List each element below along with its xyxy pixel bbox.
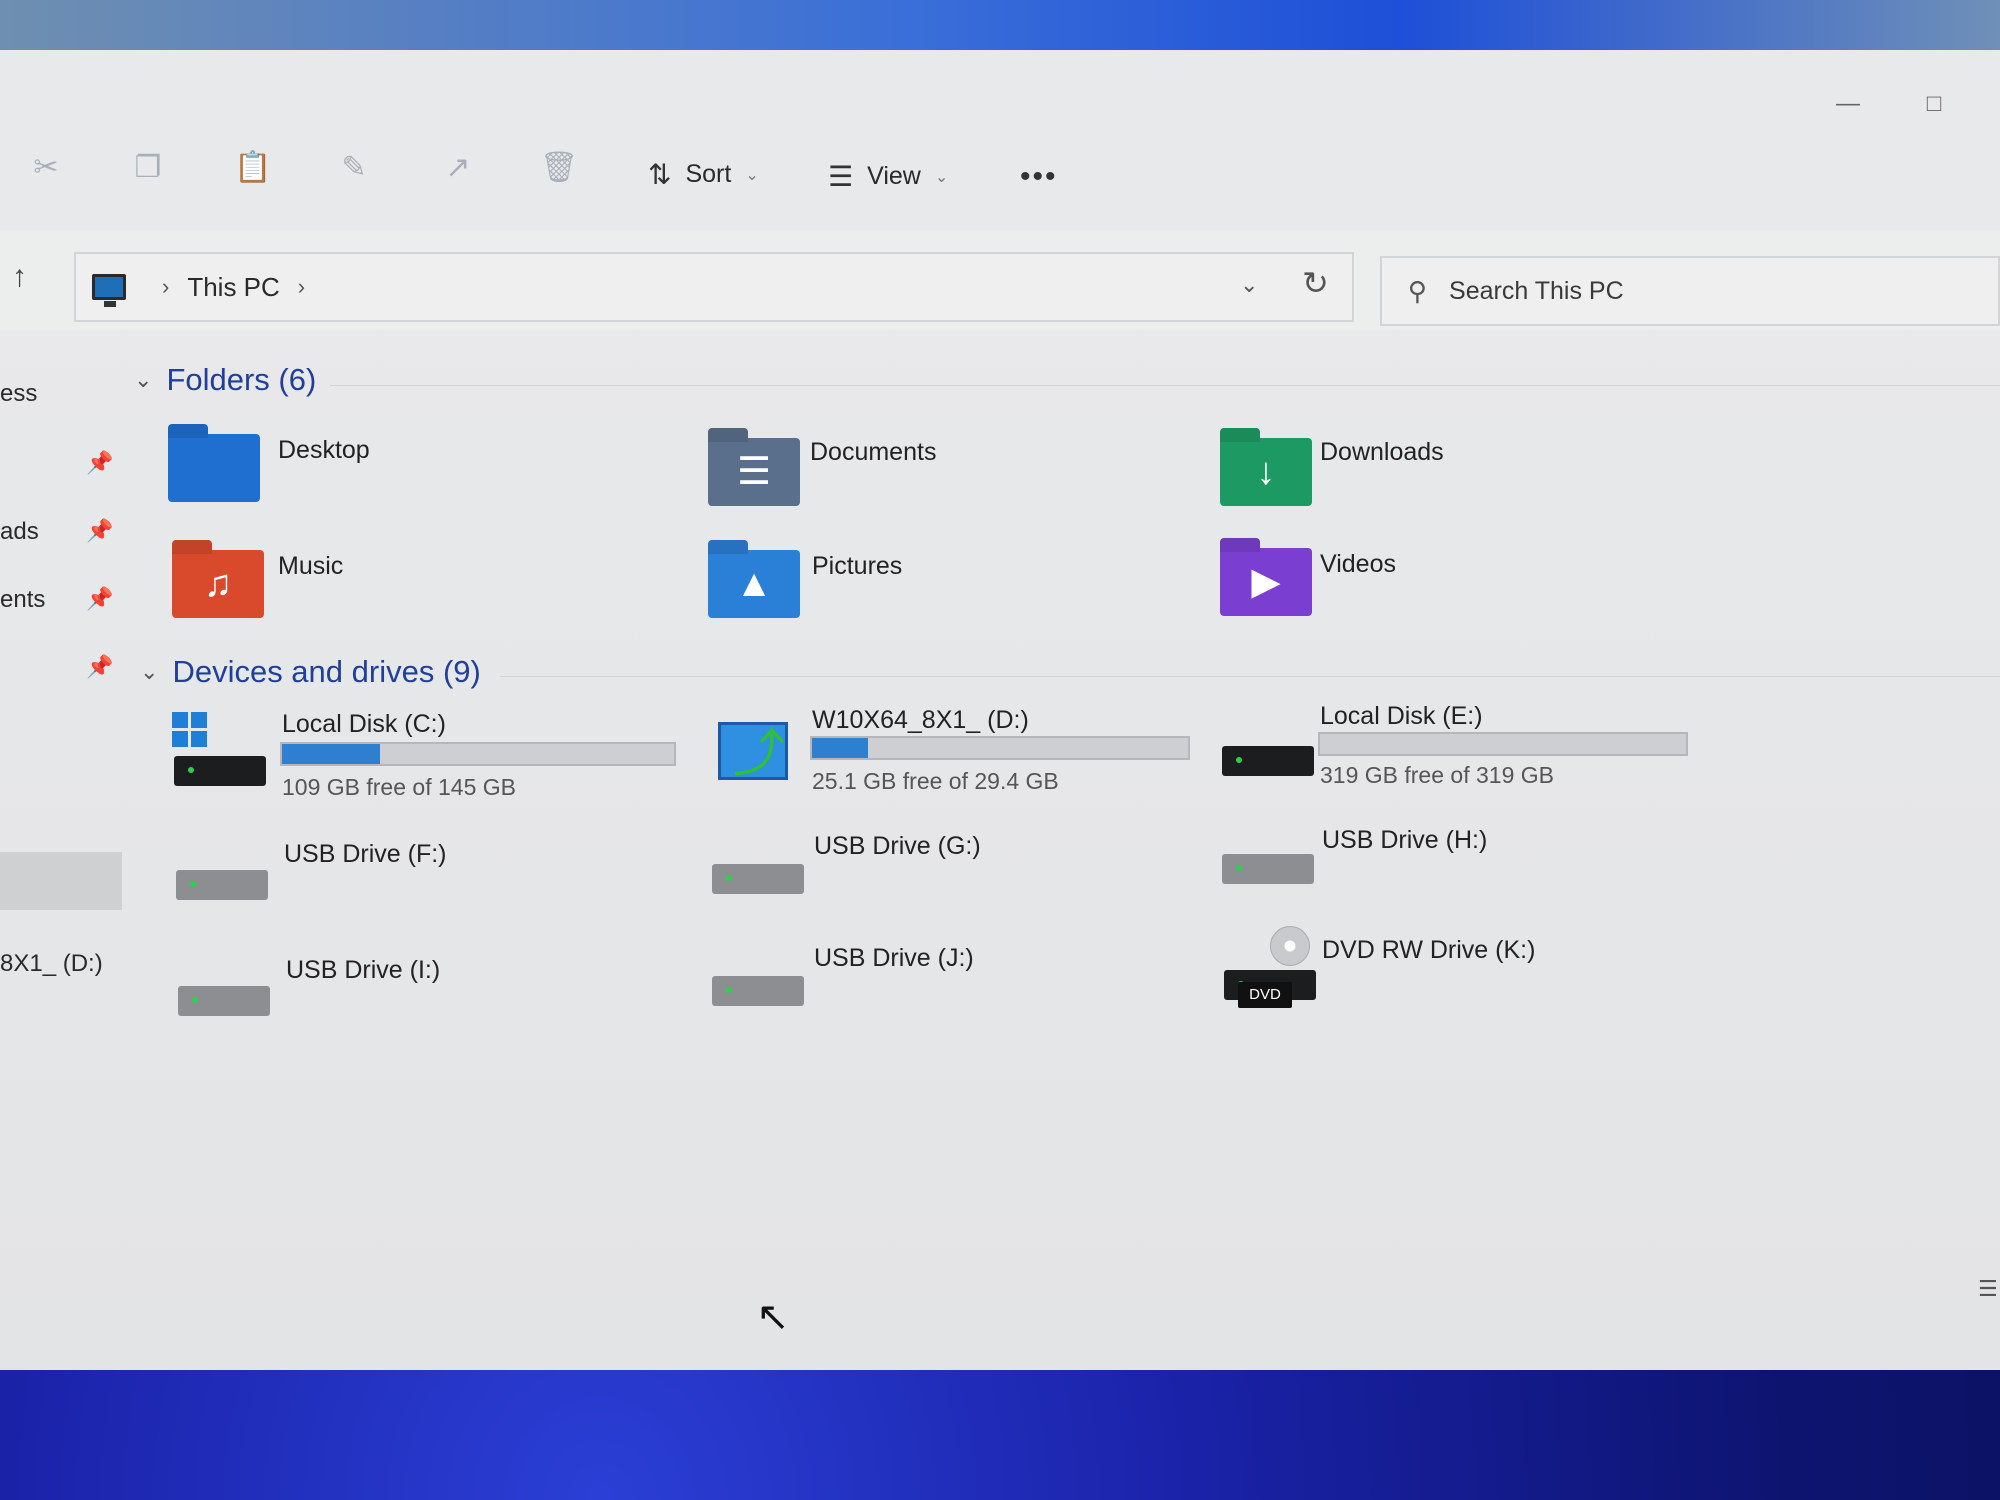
sort-icon: ⇅ [648,159,672,190]
downloads-folder-icon: ↓ [1220,438,1312,506]
search-input[interactable]: ⚲ Search This PC [1380,256,2000,326]
videos-folder-icon: ▶ [1220,548,1312,616]
folders-section-header[interactable]: ⌄ Folders (6) [134,362,316,398]
breadcrumb-this-pc[interactable]: This PC [187,272,279,303]
up-arrow-icon[interactable]: ↑ [12,260,27,294]
desktop-folder-icon [168,434,260,502]
chevron-down-icon: ⌄ [134,367,153,392]
disc-icon [1270,926,1310,966]
folder-name: Documents [810,438,937,466]
details-view-icon[interactable]: ☰ [1978,1276,1998,1302]
hard-drive-icon [1222,746,1314,776]
usb-drive-icon [178,986,270,1016]
share-icon[interactable]: ↗ [440,150,476,186]
this-pc-icon [92,274,126,307]
refresh-icon[interactable]: ↻ [1302,264,1329,302]
address-bar[interactable]: › This PC › [74,252,1354,322]
usb-drive-icon [712,976,804,1006]
drive-free-space: 319 GB free of 319 GB [1320,762,1554,788]
hard-drive-icon [174,756,266,786]
sort-label: Sort [685,160,732,188]
sidebar-item-documents[interactable]: ents [0,586,45,614]
drive-usage-bar [280,742,676,766]
music-folder-icon: ♫ [172,550,264,618]
sort-button[interactable]: ⇅ Sort ⌄ [648,158,759,191]
chevron-right-icon[interactable]: › [298,274,305,300]
folder-name: Downloads [1320,438,1444,466]
drive-name: USB Drive (H:) [1322,826,1488,854]
chevron-down-icon: ⌄ [140,659,159,684]
copy-icon[interactable]: ❐ [130,150,166,186]
folder-name: Music [278,552,344,580]
folder-name: Videos [1320,550,1396,578]
pin-icon: 📌 [86,586,114,611]
delete-icon[interactable]: 🗑 [540,150,578,186]
maximize-button[interactable]: □ [1914,90,1954,120]
chevron-right-icon: › [162,274,170,299]
address-dropdown-icon[interactable]: ⌄ [1240,272,1258,298]
section-divider [330,385,2000,386]
search-placeholder: Search This PC [1449,276,1624,305]
drive-name: USB Drive (G:) [814,832,981,860]
drives-section-header[interactable]: ⌄ Devices and drives (9) [140,654,481,690]
drive-name: DVD RW Drive (K:) [1322,936,1536,964]
drive-usage-bar [810,736,1190,760]
pin-icon: 📌 [86,518,114,543]
search-icon: ⚲ [1408,275,1428,306]
sidebar-item-quick-access[interactable]: ess [0,380,37,408]
file-explorer-window: — □ ✂ ❐ 📋 ✎ ↗ 🗑 ⇅ Sort ⌄ ☰ View ⌄ ••• ↑ … [0,50,2000,1370]
chevron-down-icon: ⌄ [745,166,759,184]
sidebar-item-downloads[interactable]: ads [0,518,39,546]
more-options-button[interactable]: ••• [1020,160,1058,194]
mouse-cursor-icon: ↖ [756,1295,790,1339]
chevron-down-icon: ⌄ [934,168,949,186]
folder-name: Pictures [812,552,903,580]
folders-heading: Folders (6) [166,362,317,397]
minimize-button[interactable]: — [1828,90,1868,120]
pin-icon: 📌 [86,654,114,679]
view-icon: ☰ [828,161,854,192]
view-label: View [867,162,921,190]
dvd-badge: DVD [1238,982,1292,1008]
view-button[interactable]: ☰ View ⌄ [828,160,948,193]
setup-drive-icon: ⤴ [718,722,788,783]
usb-drive-icon [712,864,804,894]
pictures-folder-icon: ▲ [708,550,800,618]
drive-name: USB Drive (I:) [286,956,441,984]
drive-name: Local Disk (C:) [282,710,446,738]
sidebar-selected-item[interactable] [0,852,122,910]
cut-icon[interactable]: ✂ [28,150,64,186]
pin-icon: 📌 [86,450,114,475]
usb-drive-icon [176,870,268,900]
documents-folder-icon: ☰ [708,438,800,506]
drive-name: Local Disk (E:) [1320,702,1483,730]
drives-heading: Devices and drives (9) [172,654,481,689]
drive-name: W10X64_8X1_ (D:) [812,706,1029,734]
drive-name: USB Drive (J:) [814,944,974,972]
drive-free-space: 109 GB free of 145 GB [282,774,516,800]
windows-logo-icon [172,712,207,747]
drive-free-space: 25.1 GB free of 29.4 GB [812,768,1059,794]
sidebar-item-drive-d[interactable]: 8X1_ (D:) [0,950,103,978]
folder-name: Desktop [278,436,370,464]
drive-usage-bar [1318,732,1688,756]
command-bar [0,50,2000,230]
usb-drive-icon [1222,854,1314,884]
drive-name: USB Drive (F:) [284,840,447,868]
paste-icon[interactable]: 📋 [234,150,271,186]
rename-icon[interactable]: ✎ [336,150,372,186]
section-divider [500,676,2000,677]
